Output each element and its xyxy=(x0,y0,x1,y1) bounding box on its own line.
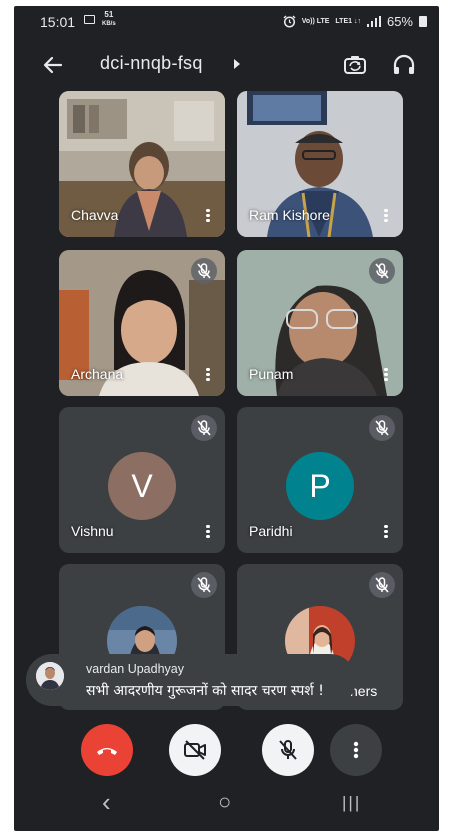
more-vert-icon[interactable] xyxy=(201,523,215,541)
arrow-left-icon[interactable] xyxy=(40,52,66,78)
lte-indicator: LTE1 ↓↑ xyxy=(335,18,361,25)
nav-home-button[interactable]: ○ xyxy=(218,789,231,815)
more-vert-icon xyxy=(353,741,359,759)
more-vert-icon[interactable] xyxy=(379,523,393,541)
net-speed-unit: KB/s xyxy=(102,21,116,27)
status-right: Vo)) LTE LTE1 ↓↑ 65% xyxy=(283,14,427,29)
status-bar: 15:01 51 KB/s Vo)) LTE LTE1 ↓↑ 65% xyxy=(14,6,439,34)
battery-icon xyxy=(419,16,427,27)
signal-icon xyxy=(366,16,381,27)
headphones-icon[interactable] xyxy=(390,51,418,79)
mic-off-icon xyxy=(369,572,395,598)
net-speed-value: 51 xyxy=(104,10,114,19)
more-vert-icon[interactable] xyxy=(201,366,215,384)
volte-indicator: Vo)) LTE xyxy=(301,18,330,25)
mic-toggle-button[interactable] xyxy=(262,724,314,776)
participant-name: Paridhi xyxy=(249,523,293,539)
more-vert-icon[interactable] xyxy=(379,207,393,225)
nav-back-button[interactable]: ‹ xyxy=(102,787,111,818)
more-options-button[interactable] xyxy=(330,724,382,776)
participant-tile[interactable]: V Vishnu xyxy=(59,407,225,553)
camera-switch-icon[interactable] xyxy=(341,51,369,79)
phone-screen: 15:01 51 KB/s Vo)) LTE LTE1 ↓↑ 65% dci-n… xyxy=(14,6,439,831)
alarm-icon xyxy=(283,15,296,28)
more-vert-icon[interactable] xyxy=(379,366,393,384)
cast-icon xyxy=(84,15,95,24)
participant-tile[interactable]: Punam xyxy=(237,250,403,396)
chat-sender: vardan Upadhyay xyxy=(86,662,184,676)
participant-name: Chavva xyxy=(71,207,119,223)
phone-hangup-icon xyxy=(97,748,117,755)
mic-off-icon xyxy=(191,258,217,284)
mic-off-icon xyxy=(369,415,395,441)
participant-tile[interactable]: Ram Kishore xyxy=(237,91,403,237)
participant-name: Archana xyxy=(71,366,124,382)
meeting-header: dci-nnqb-fsq xyxy=(14,42,439,86)
avatar xyxy=(36,662,64,690)
avatar: P xyxy=(286,452,354,520)
meeting-code[interactable]: dci-nnqb-fsq xyxy=(100,53,203,74)
status-time: 15:01 xyxy=(40,14,76,30)
participant-name: Ram Kishore xyxy=(249,207,330,223)
more-vert-icon[interactable] xyxy=(201,207,215,225)
mic-off-icon xyxy=(191,572,217,598)
participant-tile[interactable]: Chavva xyxy=(59,91,225,237)
camera-toggle-button[interactable] xyxy=(169,724,221,776)
participant-tile[interactable]: Archana xyxy=(59,250,225,396)
mic-off-icon xyxy=(191,415,217,441)
mic-off-icon xyxy=(369,258,395,284)
system-nav-bar: ‹ ○ ||| xyxy=(14,777,439,831)
participant-name: Vishnu xyxy=(71,523,114,539)
mic-off-icon xyxy=(279,740,297,760)
battery-percent: 65% xyxy=(386,14,413,29)
caret-right-icon[interactable] xyxy=(234,59,240,69)
end-call-button[interactable] xyxy=(81,724,133,776)
participant-name: Punam xyxy=(249,366,294,382)
avatar: V xyxy=(108,452,176,520)
video-off-icon xyxy=(184,740,206,760)
chat-toast[interactable]: vardan Upadhyay सभी आदरणीय गुरूजनों को स… xyxy=(26,654,356,706)
participant-tile[interactable]: P Paridhi xyxy=(237,407,403,553)
chat-message: सभी आदरणीय गुरूजनों को सादर चरण स्पर्श ! xyxy=(86,683,324,699)
net-speed: 51 KB/s xyxy=(102,11,116,28)
nav-recents-button[interactable]: ||| xyxy=(342,793,361,813)
